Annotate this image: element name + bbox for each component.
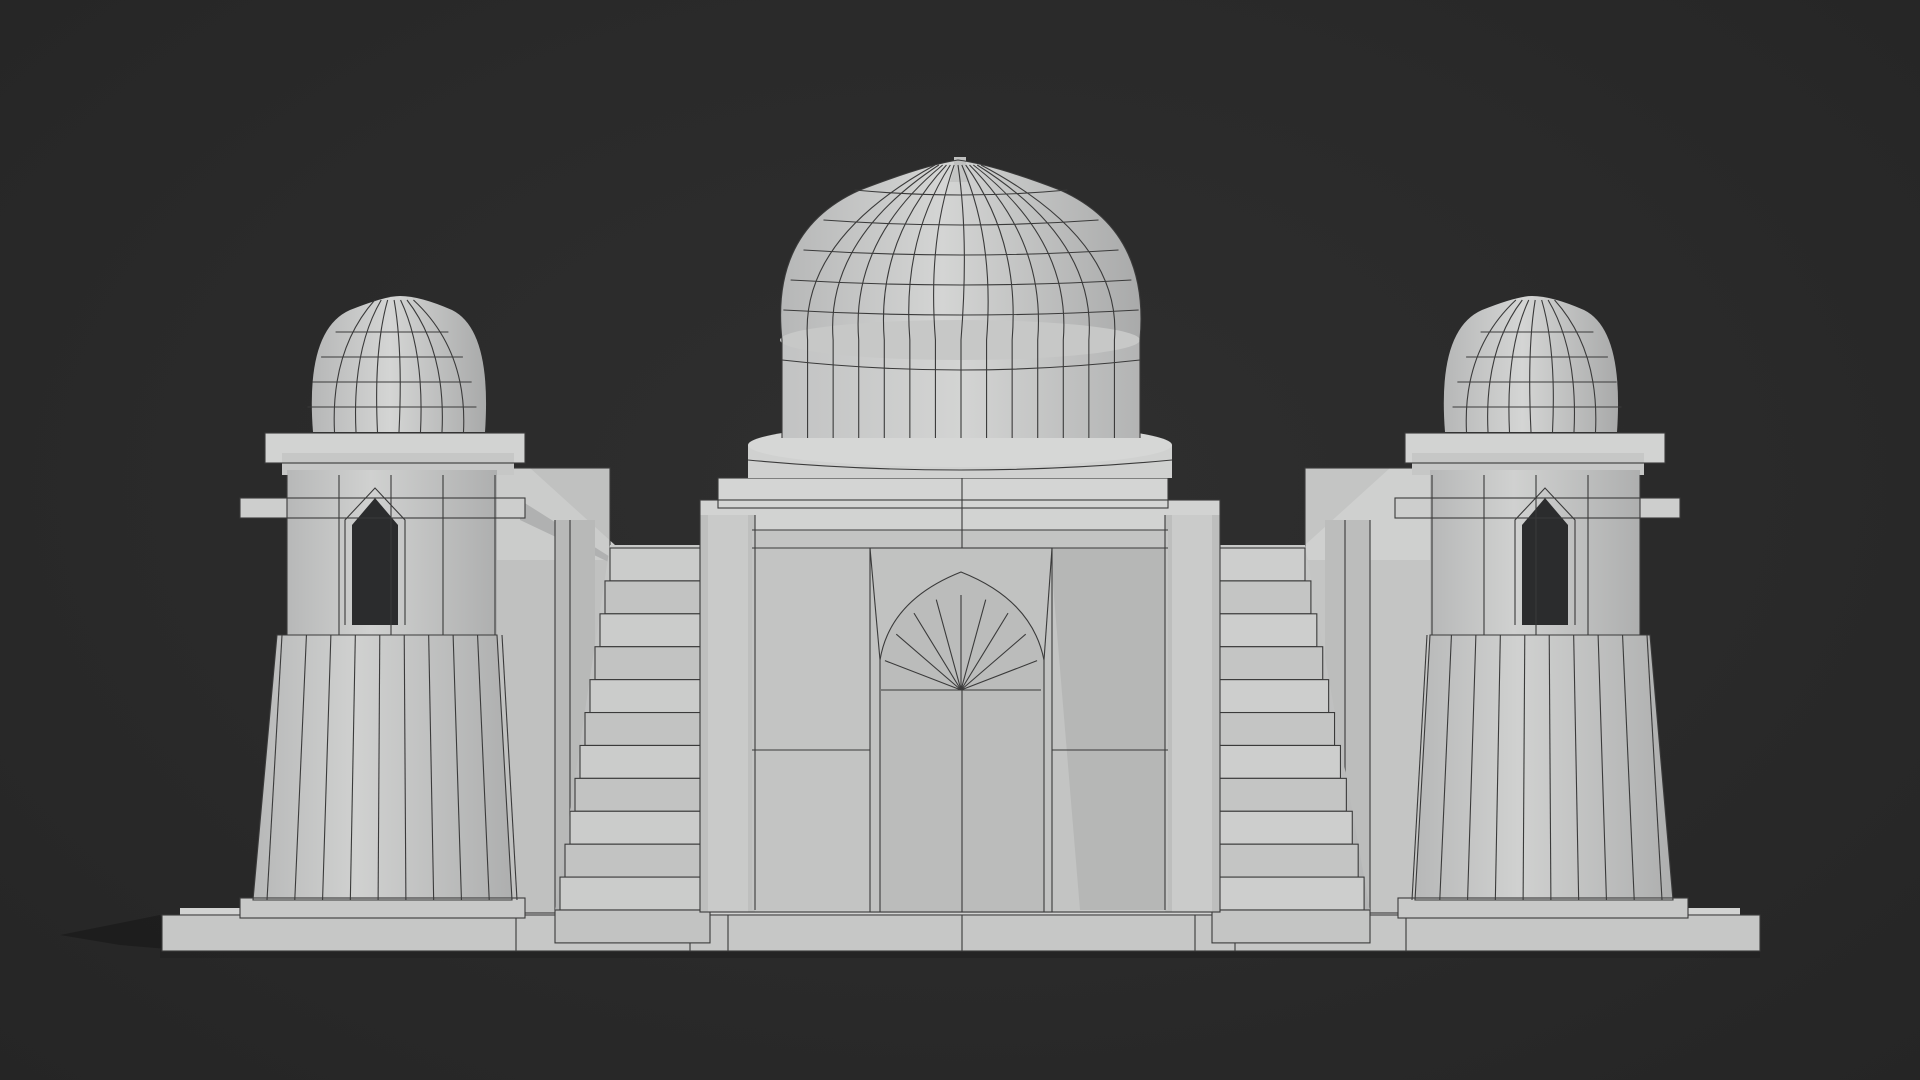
central-archway [869,547,1053,913]
main-dome [747,157,1173,478]
right-minaret-tower [1394,296,1689,919]
left-minaret-tower [239,296,526,919]
mausoleum-render [60,157,1761,958]
render-viewport [0,0,1920,1080]
